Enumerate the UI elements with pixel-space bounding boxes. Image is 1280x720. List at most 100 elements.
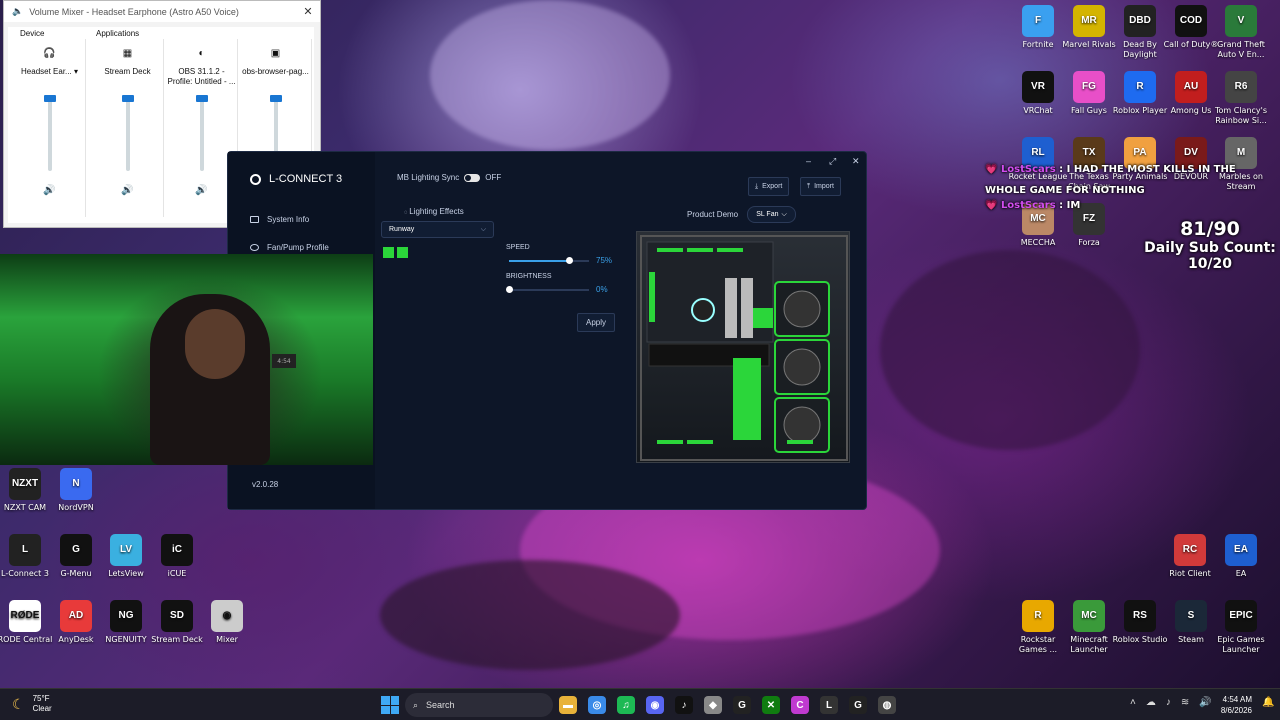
desktop-icon-epic-games-launcher[interactable]: EPIC Epic Games Launcher [1211,600,1271,662]
taskbar-app-spotify[interactable]: ♫ [617,696,635,714]
lighting-effects-label: ◌ Lighting Effects [404,207,464,216]
app-icon: AU [1175,71,1207,103]
start-button[interactable] [381,696,399,714]
brightness-knob[interactable] [506,286,513,293]
import-button[interactable]: ⤒ Import [800,177,841,196]
volume-thumb[interactable] [269,95,282,102]
desktop-icon-nordvpn[interactable]: N NordVPN [46,468,106,530]
minimize-button[interactable]: – [806,156,811,166]
color-swatch[interactable] [397,247,408,258]
export-button[interactable]: ⤓ Export [748,177,790,196]
product-demo-select[interactable]: SL Fan ⌵ [747,206,796,223]
mb-sync-label: MB Lighting Sync [397,173,460,182]
weather-condition: Clear [32,704,52,713]
weather-widget[interactable]: ☾ 75°F Clear [12,694,52,714]
brightness-slider[interactable] [506,286,589,293]
clock-date: 8/6/2026 [1220,706,1252,715]
desktop-icon-grand-theft-auto-v-en[interactable]: V Grand Theft Auto V En... [1211,5,1271,67]
mute-speaker-icon[interactable]: 🔊 [121,185,133,196]
volume-thumb[interactable] [121,95,134,102]
chat-user: LostScars [1000,200,1056,211]
wifi-icon[interactable]: ≋ [1181,697,1189,708]
mixer-channel: ▦ Stream Deck 🔊 [92,39,164,217]
taskbar-app-obs[interactable]: ◍ [878,696,896,714]
channel-name[interactable]: Headset Ear... ▾ [14,67,86,87]
app-icon: NG [110,600,142,632]
app-icon: MC [1073,600,1105,632]
apply-button[interactable]: Apply [577,313,615,332]
nav-fan-pump-profile[interactable]: Fan/Pump Profile [250,243,329,252]
headset-icon: 🎧 [43,47,56,59]
volume-slider[interactable] [195,95,208,171]
sub-count-value: 10/20 [1187,256,1233,272]
taskbar: ☾ 75°F Clear ⌕ Search ▬ ◎ ♫ ◉ ♪ ◆ G ✕ C L G ◍ ˄ ☁ ♪… [0,688,1280,720]
close-button[interactable]: ✕ [296,5,320,18]
obs-icon: ◐ [198,47,205,59]
icon-label: Forza [1078,238,1100,247]
volume-thumb[interactable] [43,95,56,102]
wallpaper-shape [380,560,680,670]
close-button[interactable]: ✕ [852,156,860,167]
desktop-icon-tom-clancy-s-rainbow-si[interactable]: R6 Tom Clancy's Rainbow Si... [1211,71,1271,133]
desktop-icon-forza[interactable]: FZ Forza [1059,203,1119,265]
export-label: Export [762,183,783,190]
icon-label: iCUE [167,569,187,578]
applications-label: Applications [96,29,140,38]
weather-temp: 75°F [32,694,50,703]
cloud-icon[interactable]: ☁ [1146,697,1156,708]
volume-slider[interactable] [43,95,56,171]
taskbar-app-g2[interactable]: G [849,696,867,714]
mixer-titlebar[interactable]: 🔈 Volume Mixer - Headset Earphone (Astro… [4,1,320,22]
notification-bell-icon[interactable]: 🔔 [1262,697,1274,708]
taskbar-app-shield[interactable]: ◆ [704,696,722,714]
volume-thumb[interactable] [195,95,208,102]
microphone-icon[interactable]: ♪ [1166,697,1171,708]
mute-speaker-icon[interactable]: 🔊 [195,185,207,196]
taskbar-app-chrome[interactable]: ◎ [588,696,606,714]
product-demo-label: Product Demo [687,210,739,219]
speed-value: 75% [596,256,613,265]
sub-count-label: Daily Sub Count: [1144,240,1276,256]
app-icon: N [60,468,92,500]
search-icon: ⌕ [413,699,419,710]
chevron-down-icon: ⌵ [480,225,486,233]
mb-sync-toggle[interactable] [464,173,481,182]
speed-knob[interactable] [566,257,573,264]
taskbar-app-tiktok[interactable]: ♪ [675,696,693,714]
mute-speaker-icon[interactable]: 🔊 [43,185,55,196]
taskbar-app-explorer[interactable]: ▬ [559,696,577,714]
taskbar-app-c[interactable]: C [791,696,809,714]
app-icon: RC [1174,534,1206,566]
app-icon: RS [1124,600,1156,632]
app-icon: COD [1175,5,1207,37]
app-icon: F [1022,5,1054,37]
taskbar-app-discord[interactable]: ◉ [646,696,664,714]
desktop-icon-icue[interactable]: iC iCUE [147,534,207,596]
speed-slider[interactable] [509,257,589,264]
clock[interactable]: 4:54 AM 8/6/2026 [1200,694,1252,716]
chevron-up-icon[interactable]: ˄ [1130,697,1136,708]
taskbar-app-g[interactable]: G [733,696,751,714]
app-icon: R [1022,600,1054,632]
taskbar-search[interactable]: ⌕ Search [405,693,553,717]
effect-dropdown[interactable]: Runway ⌵ [381,221,494,238]
channel-name: obs-browser-pag... [242,67,309,76]
desktop-icon-ea[interactable]: EA EA [1211,534,1271,596]
icon-label: NordVPN [58,503,94,512]
chat-text: IM [1066,200,1081,211]
streamer-face [185,309,245,379]
nav-system-info[interactable]: System Info [250,215,309,224]
clock-time: 4:54 AM [1222,695,1252,704]
app-icon: iC [161,534,193,566]
webcam-timer: 4:54 [272,354,296,368]
volume-slider[interactable] [121,95,134,171]
desktop-icon-mixer[interactable]: ◉ Mixer [197,600,257,662]
moon-icon: ☾ [12,695,25,712]
taskbar-app-xbox[interactable]: ✕ [762,696,780,714]
search-placeholder: Search [426,700,455,710]
product-demo-value: SL Fan [756,211,779,218]
maximize-button[interactable]: ⤢ [829,156,836,167]
color-swatch[interactable] [383,247,394,258]
taskbar-app-l[interactable]: L [820,696,838,714]
icon-label: Epic Games Launcher [1217,635,1265,654]
